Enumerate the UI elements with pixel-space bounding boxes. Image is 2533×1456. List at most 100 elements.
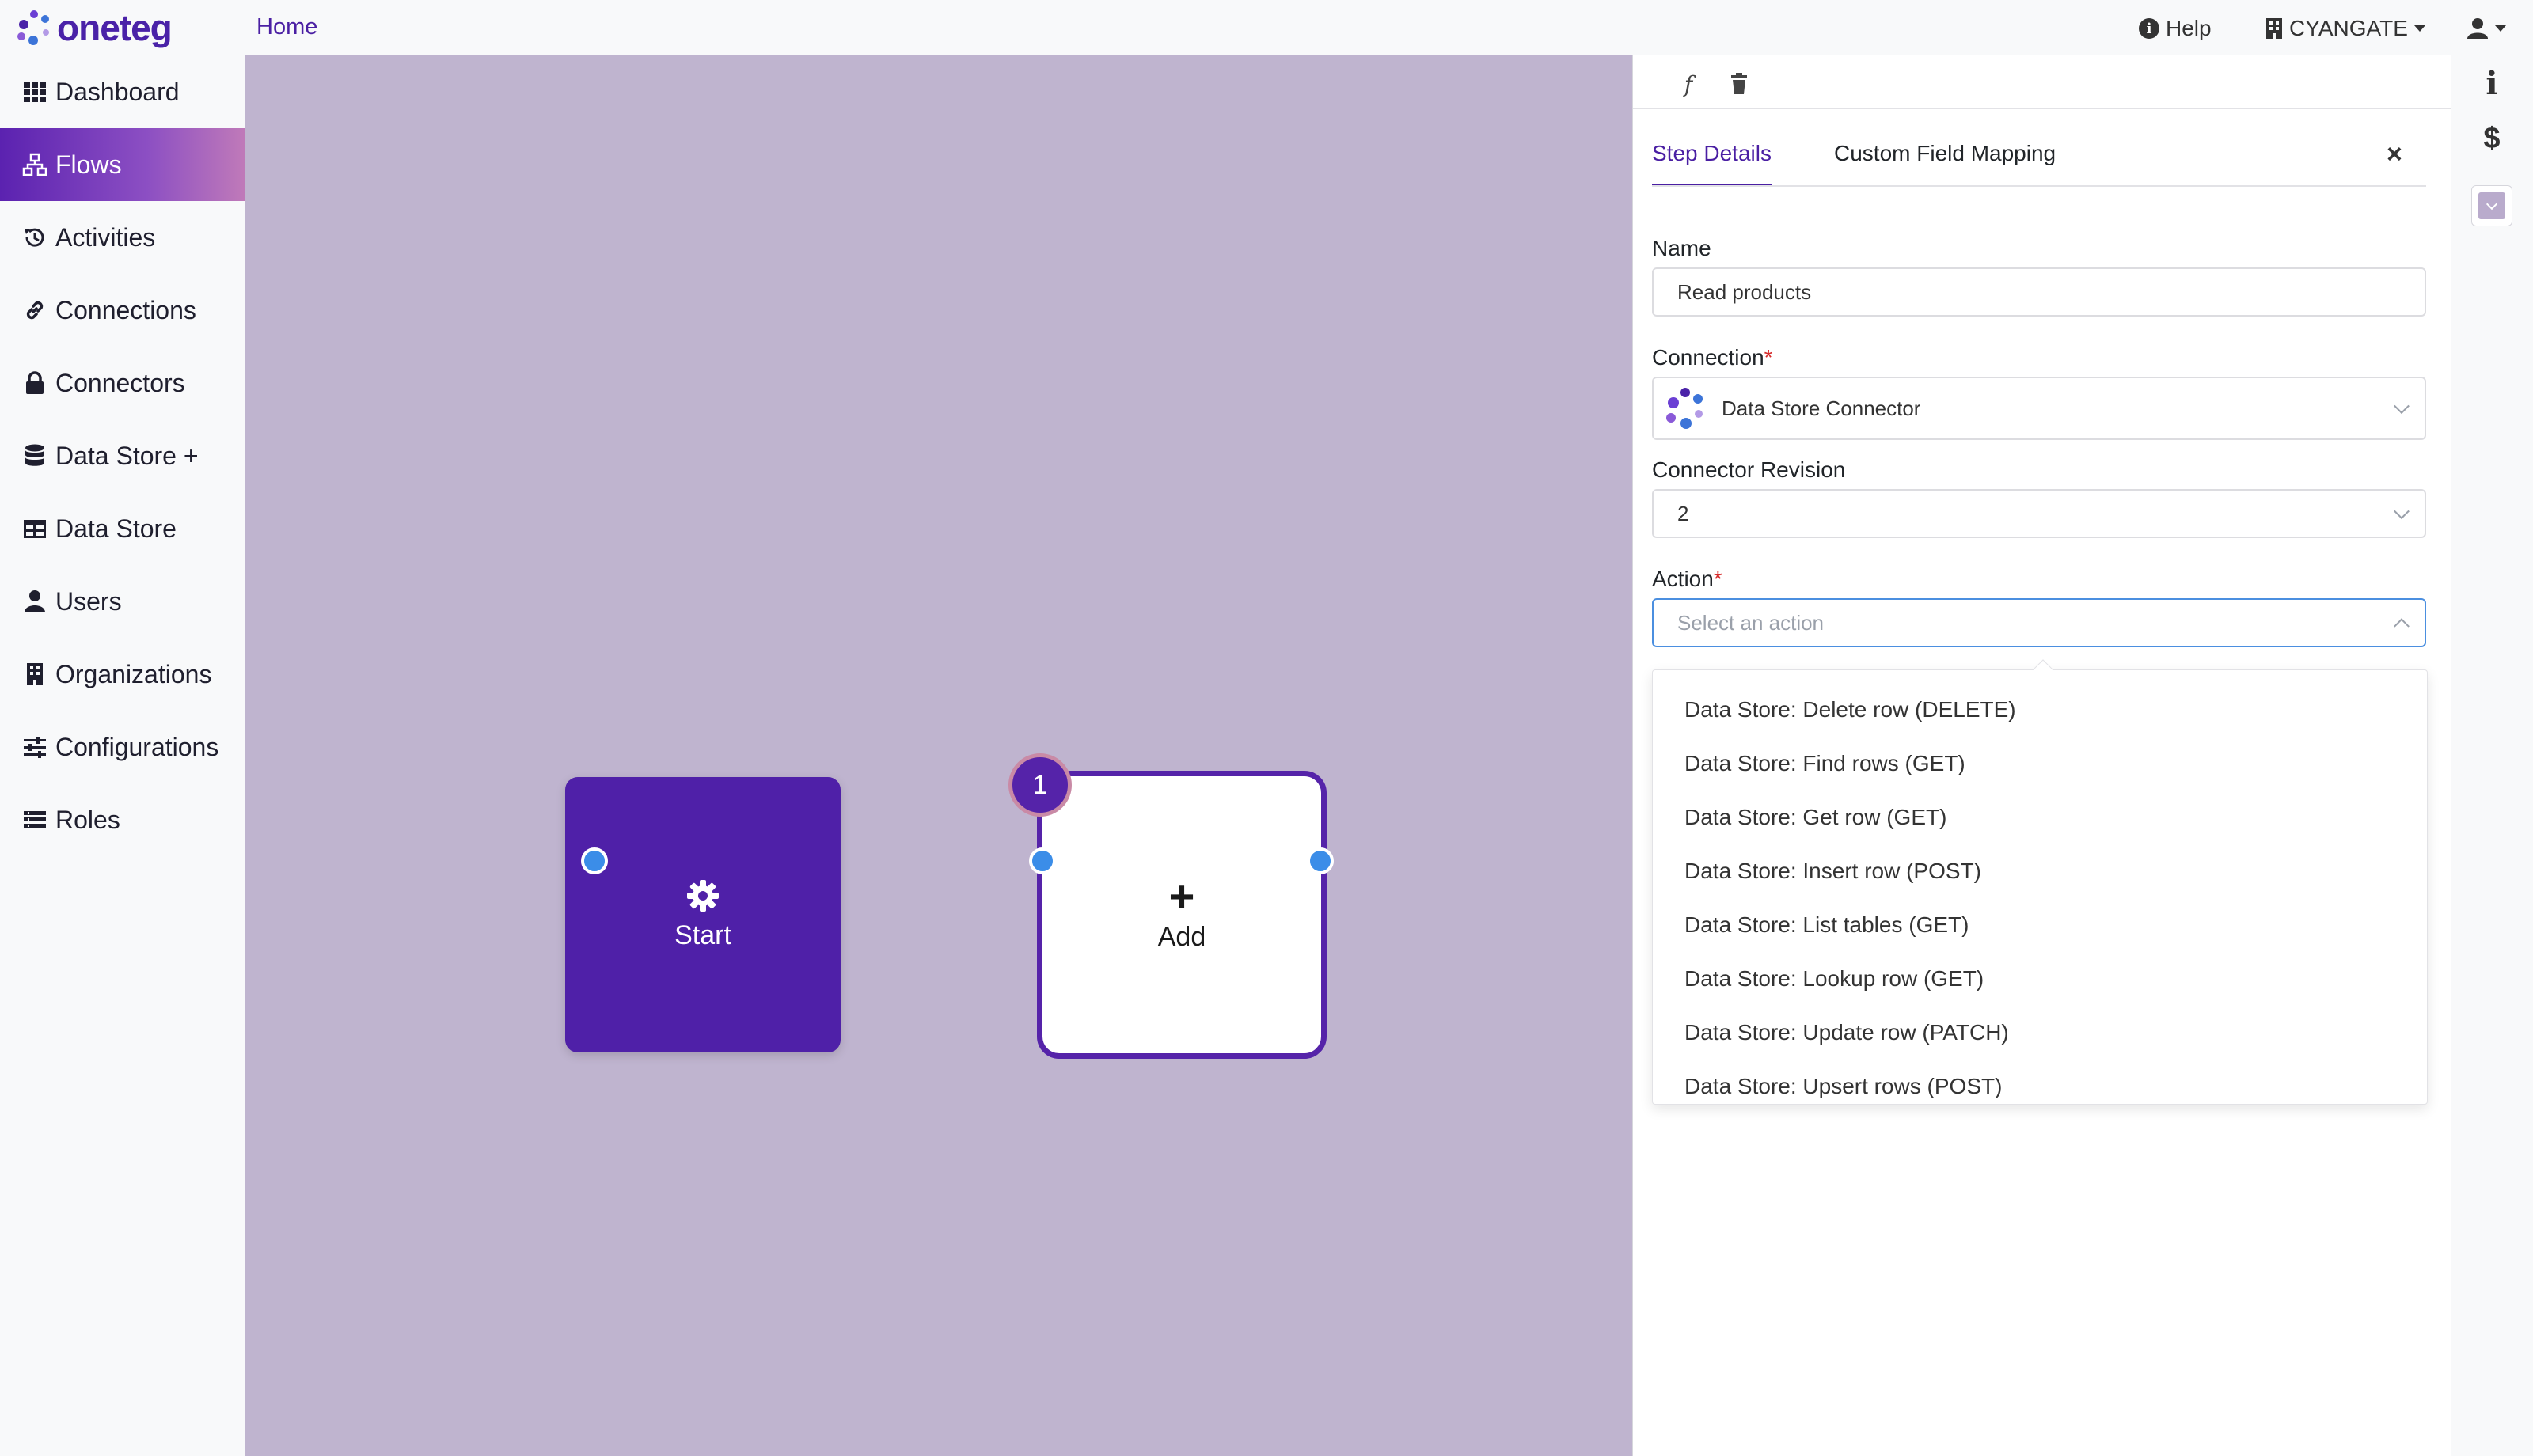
sidebar-item-activities[interactable]: Activities (0, 201, 245, 274)
sidebar-item-flows[interactable]: Flows (0, 128, 245, 201)
sitemap-icon (21, 150, 49, 179)
sidebar-item-organizations[interactable]: Organizations (0, 638, 245, 711)
action-dropdown-menu: Data Store: Delete row (DELETE) Data Stor… (1652, 659, 2428, 1105)
action-option[interactable]: Data Store: Upsert rows (POST) (1653, 1060, 2427, 1113)
sidebar-item-dashboard[interactable]: Dashboard (0, 55, 245, 128)
name-input[interactable]: Read products (1652, 267, 2426, 317)
action-label: Action* (1652, 567, 1722, 592)
building-icon (2266, 18, 2282, 39)
action-option[interactable]: Data Store: Get row (GET) (1653, 791, 2427, 844)
table-icon (21, 514, 49, 543)
building-icon (21, 660, 49, 688)
help-label: Help (2166, 16, 2212, 40)
sidebar-item-label: Roles (55, 805, 120, 834)
dropdown-notch (2033, 659, 2053, 680)
top-navbar: oneteg Home i Help CYANGATE (0, 0, 2533, 55)
list-icon (21, 806, 49, 834)
tab-custom-field-mapping[interactable]: Custom Field Mapping (1834, 141, 2056, 184)
close-icon[interactable]: × (2387, 139, 2402, 170)
sidebar-item-label: Activities (55, 222, 156, 252)
caret-down-icon (2495, 25, 2506, 32)
start-node-label: Start (674, 919, 731, 950)
action-select[interactable]: Select an action (1652, 598, 2426, 647)
sidebar-item-label: Dashboard (55, 77, 180, 106)
tabs-divider (1652, 185, 2426, 187)
sidebar-item-label: Configurations (55, 732, 219, 761)
sidebar-item-users[interactable]: Users (0, 565, 245, 638)
sidebar-item-label: Connectors (55, 368, 185, 397)
action-option[interactable]: Data Store: Find rows (GET) (1653, 737, 2427, 791)
rail-collapse-toggle[interactable] (2471, 185, 2512, 226)
billing-button[interactable]: $ (2474, 119, 2509, 158)
sidebar-item-label: Flows (55, 150, 122, 179)
action-placeholder: Select an action (1677, 610, 1825, 635)
connection-label-text: Connection (1652, 345, 1764, 370)
start-output-port[interactable] (581, 847, 608, 874)
database-icon (21, 442, 49, 470)
user-menu[interactable] (2467, 13, 2506, 44)
action-option[interactable]: Data Store: Lookup row (GET) (1653, 952, 2427, 1006)
brand-logo[interactable]: oneteg (16, 6, 173, 49)
step-details-panel: f Step Details Custom Field Mapping × Na… (1632, 55, 2451, 1456)
flow-edge (595, 844, 780, 878)
required-mark: * (1764, 345, 1773, 370)
action-option[interactable]: Data Store: Update row (PATCH) (1653, 1006, 2427, 1060)
connector-revision-value: 2 (1677, 501, 1689, 525)
start-node[interactable]: Start (565, 777, 841, 1052)
connector-revision-label: Connector Revision (1652, 457, 1846, 482)
logo-mark-icon (16, 9, 54, 47)
info-circle-icon: i (2139, 18, 2159, 39)
brand-name: oneteg (57, 7, 173, 48)
home-link[interactable]: Home (256, 14, 317, 40)
sidebar-item-data-store[interactable]: Data Store (0, 492, 245, 565)
function-button[interactable]: f (1674, 70, 1703, 98)
action-label-text: Action (1652, 567, 1714, 591)
sidebar-item-configurations[interactable]: Configurations (0, 711, 245, 783)
sidebar-item-data-store[interactable]: Data Store + (0, 419, 245, 492)
add-node-label: Add (1157, 921, 1206, 952)
tab-step-details[interactable]: Step Details (1652, 141, 1772, 186)
connection-value: Data Store Connector (1722, 396, 1921, 420)
action-option[interactable]: Data Store: Insert row (POST) (1653, 844, 2427, 898)
delete-button[interactable] (1725, 70, 1753, 98)
connection-select[interactable]: Data Store Connector (1652, 377, 2426, 440)
caret-down-icon (2413, 25, 2425, 32)
lock-icon (21, 369, 49, 397)
sidebar-item-label: Organizations (55, 659, 212, 688)
sliders-icon (21, 733, 49, 761)
action-option[interactable]: Data Store: List tables (GET) (1653, 898, 2427, 952)
help-link[interactable]: i Help (2139, 13, 2212, 44)
panel-toolbar: f (1633, 55, 2451, 109)
gear-icon (687, 879, 719, 912)
right-rail: i $ (2451, 55, 2533, 1456)
add-output-port[interactable] (1307, 847, 1334, 874)
info-button[interactable]: i (2474, 63, 2509, 103)
sidebar-item-label: Users (55, 586, 122, 616)
chevron-down-icon (2394, 398, 2410, 415)
link-icon (21, 296, 49, 324)
required-mark: * (1713, 567, 1722, 591)
sidebar-item-label: Connections (55, 295, 196, 324)
sidebar-item-connectors[interactable]: Connectors (0, 347, 245, 419)
chevron-down-icon (2486, 198, 2498, 210)
connector-revision-select[interactable]: 2 (1652, 489, 2426, 538)
plus-icon: + (1168, 870, 1195, 921)
organization-dropdown[interactable]: CYANGATE (2265, 13, 2425, 44)
flow-canvas[interactable]: Start + Add 1 (245, 55, 1632, 1456)
sidebar-item-roles[interactable]: Roles (0, 783, 245, 856)
action-option[interactable]: Data Store: Delete row (DELETE) (1653, 683, 2427, 737)
grid-icon (21, 78, 49, 106)
trash-icon (1731, 73, 1747, 94)
add-step-node[interactable]: + Add (1037, 771, 1327, 1059)
data-store-connector-logo-icon (1663, 386, 1707, 430)
chevron-up-icon (2394, 618, 2410, 635)
add-input-port[interactable] (1029, 847, 1056, 874)
sidebar-item-label: Data Store (55, 514, 177, 543)
sidebar-item-label: Data Store + (55, 441, 199, 470)
history-icon (21, 223, 49, 252)
name-label: Name (1652, 236, 1711, 260)
connection-label: Connection* (1652, 345, 1773, 370)
sidebar: Dashboard Flows Activities Connections Conne… (0, 55, 245, 1456)
sidebar-item-connections[interactable]: Connections (0, 274, 245, 347)
organization-label: CYANGATE (2289, 16, 2408, 40)
